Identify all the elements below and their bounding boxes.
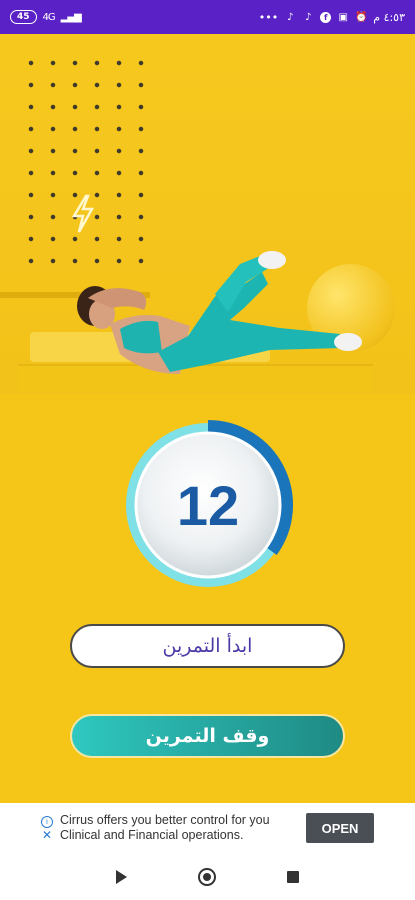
rep-counter: 12 [120,417,296,593]
facebook-icon: f [320,11,332,23]
signal-icon: ▂▄▆ [60,11,82,23]
sim-icon: ▣ [338,11,348,23]
alarm-icon: ⏰ [355,11,368,23]
ad-open-button[interactable]: OPEN [306,813,374,843]
clock: ٤:٥٣ م [373,10,405,24]
recents-icon[interactable] [287,870,300,883]
ad-info-icon[interactable]: i [41,816,53,828]
start-workout-button[interactable]: ابدأ التمرين [70,624,345,668]
ad-choices: i ✕ [38,816,56,841]
back-icon[interactable] [115,869,127,884]
rep-count: 12 [176,473,240,537]
exercise-image [0,34,415,394]
stop-workout-button[interactable]: وقف التمرين [70,714,345,758]
tiktok-icon: ♪ [287,11,294,23]
ad-close-icon[interactable]: ✕ [42,829,52,841]
status-bar: 45 4G ▂▄▆ ••• ♪ ♪ f ▣ ⏰ ٤:٥٣ م [0,0,415,34]
tiktok-icon: ♪ [305,11,312,23]
home-icon[interactable] [197,867,216,886]
system-nav-bar [0,853,415,900]
ad-text[interactable]: Cirrus offers you better control for you… [60,813,290,843]
network-label: 4G [42,11,56,23]
ad-banner[interactable]: i ✕ Cirrus offers you better control for… [0,803,415,853]
status-right: ••• ♪ ♪ f ▣ ⏰ ٤:٥٣ م [259,11,405,24]
battery-indicator: 45 [10,10,37,24]
exercising-woman-figure [77,251,362,374]
status-left: 45 4G ▂▄▆ [10,10,82,24]
more-icon: ••• [258,10,279,24]
